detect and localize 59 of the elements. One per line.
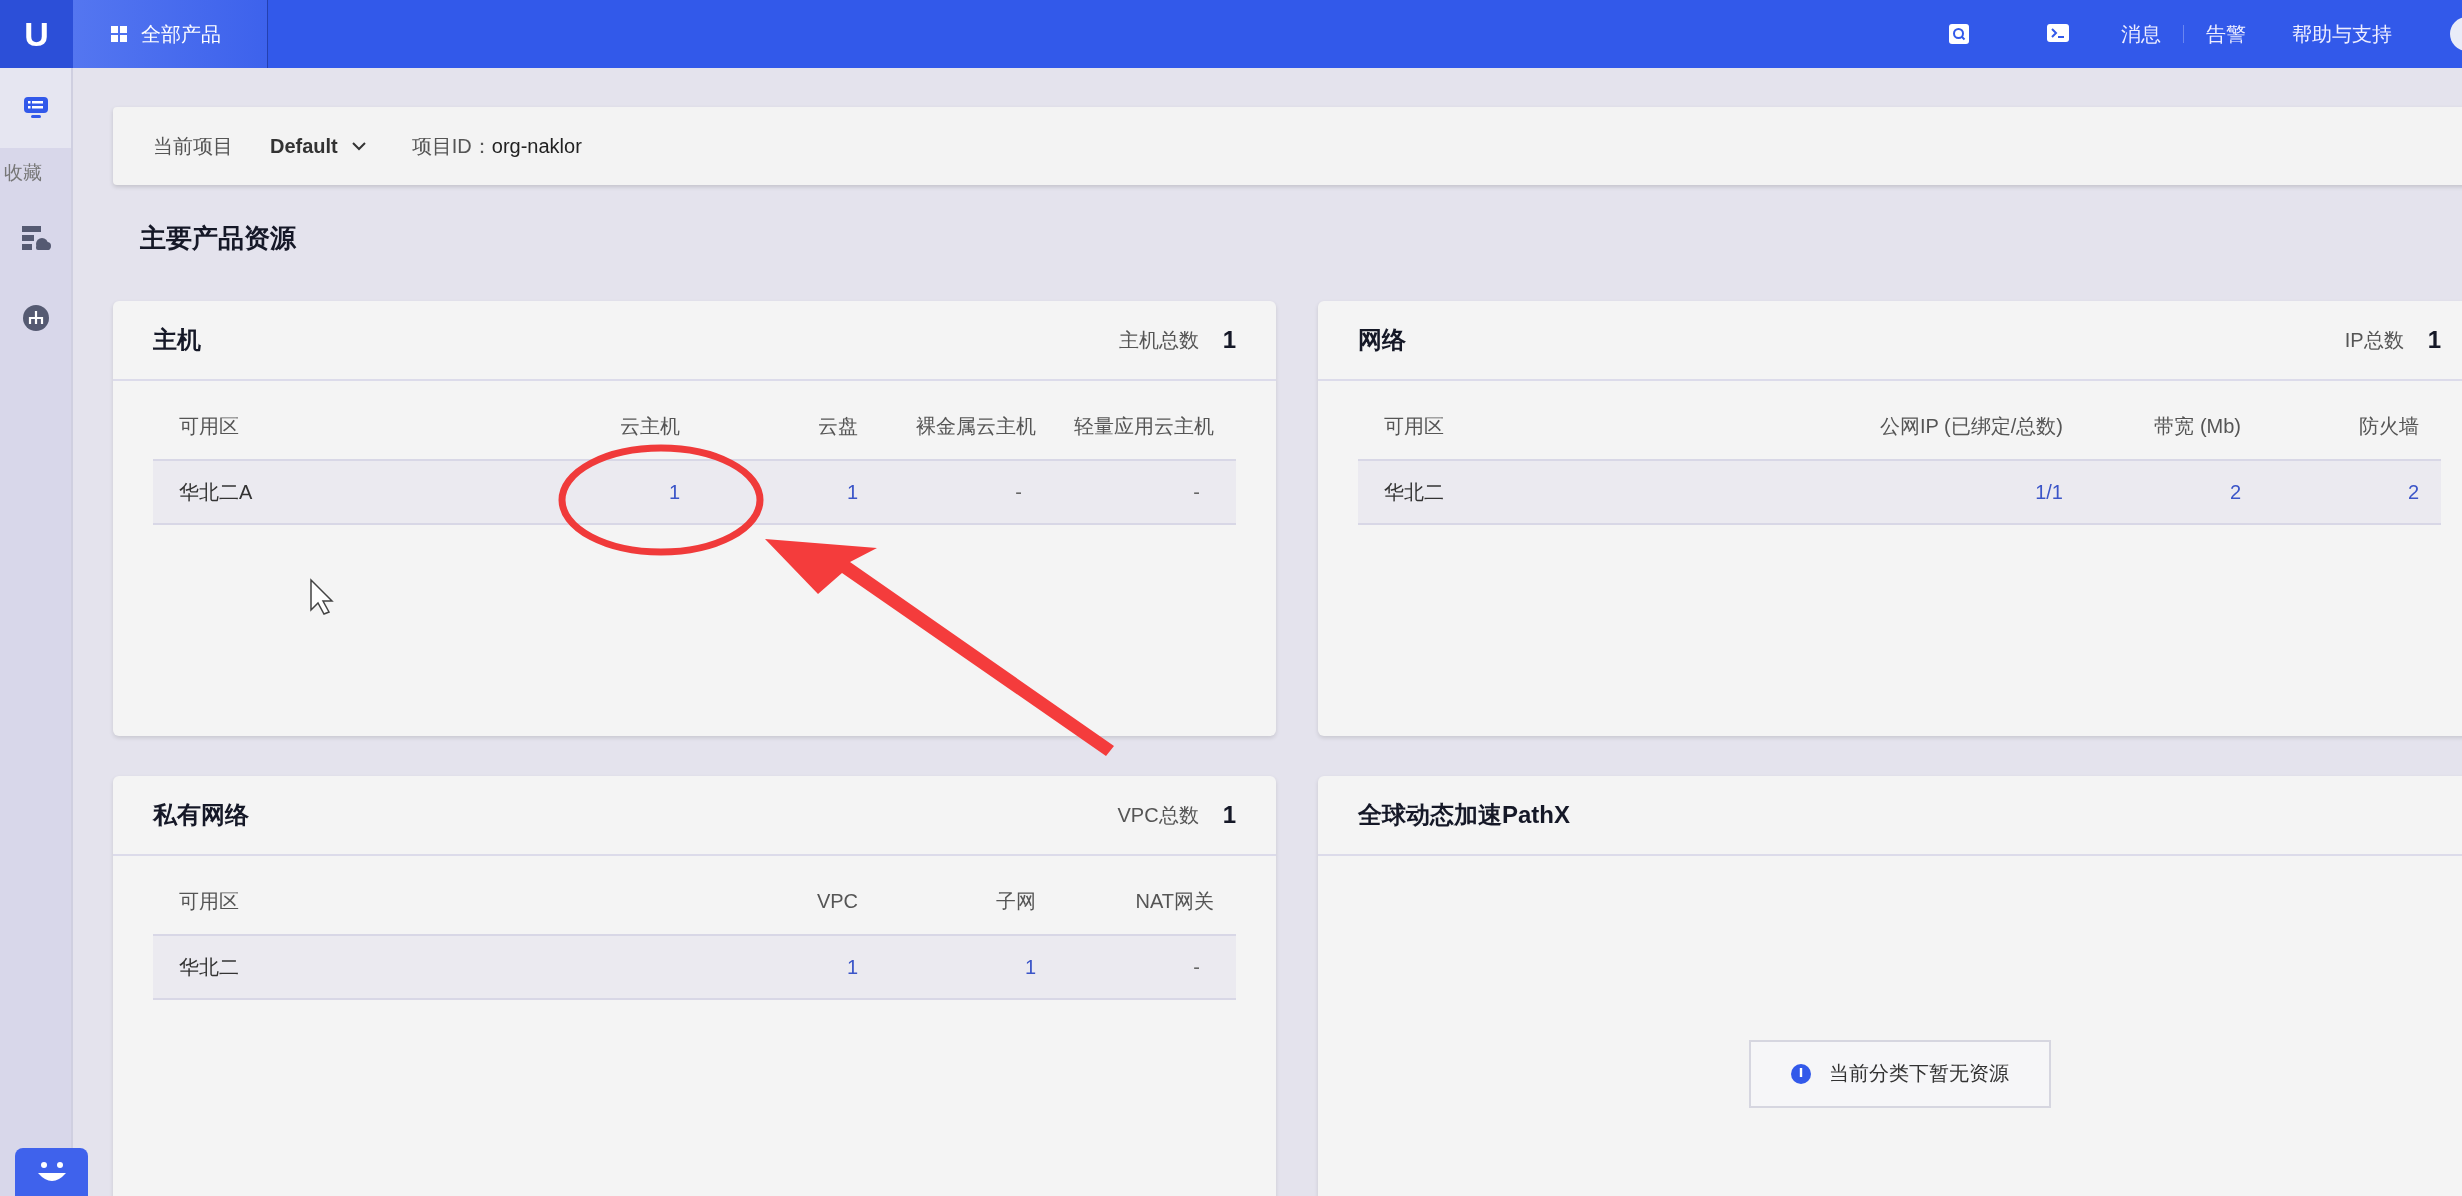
terminal-icon[interactable] [2047,24,2069,42]
column-header: 可用区 [178,413,240,439]
all-products-button[interactable]: 全部产品 [73,0,268,68]
column-header: 可用区 [1383,413,1445,439]
chat-assistant-button[interactable] [15,1148,88,1196]
nav-link[interactable]: 帮助与支持 [2292,20,2392,48]
card-title: 私有网络 [153,800,250,830]
count-link[interactable]: 1 [702,955,880,979]
count-link[interactable]: 2 [2085,480,2263,504]
count-link[interactable]: 1 [880,955,1058,979]
column-header: 云主机 [619,413,681,439]
network-icon [21,304,50,332]
count-link[interactable]: 1/1 [1907,480,2085,504]
project-id: org-naklor [491,134,582,158]
table-cell-text: 华北二 [178,954,240,980]
server-cloud-icon [20,225,51,251]
card-title: 全球动态加速PathX [1358,800,1571,830]
column-header: 公网IP (已绑定/总数) [1880,413,2064,439]
column-header: 防火墙 [2358,413,2420,439]
nav-link[interactable]: 消息 [2121,20,2161,48]
column-header: 可用区 [178,888,240,914]
cursor-icon [310,578,334,615]
sidebar-item[interactable]: 收藏 [0,148,71,198]
total-count: 1 [1222,801,1236,829]
card-title: 主机 [153,325,202,355]
total-count: 1 [1222,326,1236,354]
column-header: NAT网关 [1134,888,1215,914]
table-cell-text: - [1014,480,1023,504]
grid-icon [111,26,127,42]
chevron-down-icon [351,141,366,151]
count-link[interactable]: 1 [524,480,702,504]
empty-notice: 当前分类下暂无资源 [1748,1039,2051,1108]
table-cell-text: - [1192,955,1201,979]
total-label: IP总数 [2344,327,2404,353]
total-label: VPC总数 [1117,802,1199,828]
card-title: 网络 [1358,325,1407,355]
section-title: 主要产品资源 [140,222,297,255]
column-header: 子网 [995,888,1037,914]
project-label: 当前项目 [153,133,233,159]
nav-link[interactable]: 告警 [2206,20,2246,48]
column-header: 裸金属云主机 [915,413,1037,439]
logo[interactable]: U [0,0,73,68]
total-count: 1 [2427,326,2441,354]
project-id-label: 项目ID： [411,133,492,159]
count-link[interactable]: 2 [2263,480,2441,504]
info-icon [1790,1063,1811,1084]
column-header: 轻量应用云主机 [1073,413,1215,439]
table-cell-text: 华北二A [178,479,254,505]
column-header: 带宽 (Mb) [2153,413,2242,439]
project-dropdown[interactable]: Default [270,134,366,158]
table-cell-text: 华北二 [1383,479,1445,505]
dashboard-icon [22,96,49,120]
table-cell-text: - [1192,480,1201,504]
sidebar-item[interactable] [0,68,71,148]
search-icon[interactable] [1949,24,1969,44]
count-link[interactable]: 1 [702,480,880,504]
total-label: 主机总数 [1118,327,1199,353]
column-header: VPC [815,889,859,913]
column-header: 云盘 [817,413,859,439]
